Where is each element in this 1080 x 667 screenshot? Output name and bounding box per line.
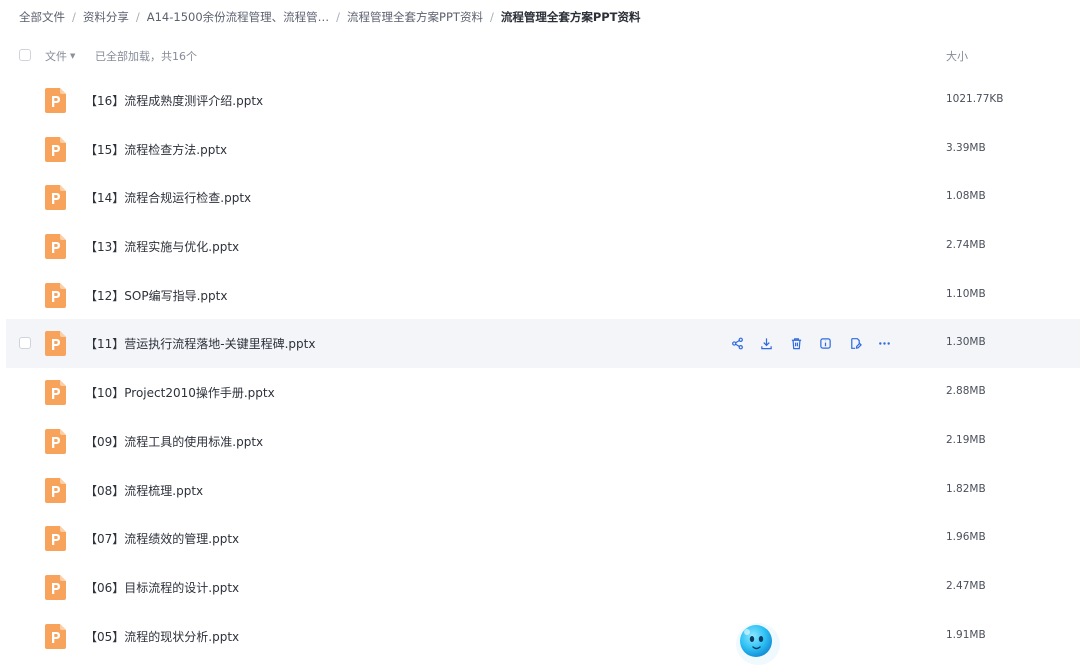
file-row[interactable]: 【08】流程梳理.pptx 1.82MB [0,466,1080,515]
breadcrumb-separator: / [489,10,494,24]
file-row[interactable]: 【07】流程绩效的管理.pptx 1.96MB [0,514,1080,563]
row-actions [728,334,905,352]
file-row[interactable]: 【13】流程实施与优化.pptx 2.74MB [0,222,1080,271]
file-column-label: 文件 [45,50,67,63]
load-status: 已全部加载，共16个 [95,50,197,63]
breadcrumb-item-parent[interactable]: 流程管理全套方案PPT资料 [347,9,483,25]
file-name[interactable]: 【16】流程成熟度测评介绍.pptx [85,92,263,109]
sort-caret-icon: ▼ [70,52,76,60]
file-name[interactable]: 【11】营运执行流程落地-关键里程碑.pptx [85,335,315,352]
more-icon[interactable] [876,334,894,352]
info-icon[interactable] [817,334,835,352]
file-row[interactable]: 【09】流程工具的使用标准.pptx 2.19MB [0,417,1080,466]
file-size: 2.19MB [946,433,986,446]
file-row[interactable]: 【12】SOP编写指导.pptx 1.10MB [0,271,1080,320]
ppt-file-icon [45,428,66,454]
file-name[interactable]: 【05】流程的现状分析.pptx [85,628,239,645]
ppt-file-icon [45,623,66,649]
breadcrumb-separator: / [72,10,76,24]
ppt-file-icon [45,477,66,503]
breadcrumb-separator: / [336,10,341,24]
file-size: 2.47MB [946,579,986,592]
file-size: 2.88MB [946,385,986,398]
file-size: 1.10MB [946,287,986,300]
file-list: 【16】流程成熟度测评介绍.pptx 1021.77KB 【15】流程检查方法.pp… [0,76,1080,660]
file-name[interactable]: 【08】流程梳理.pptx [85,482,203,499]
file-name[interactable]: 【13】流程实施与优化.pptx [85,238,239,255]
size-column-label[interactable]: 大小 [946,48,968,64]
file-row[interactable]: 【05】流程的现状分析.pptx 1.91MB [0,612,1080,661]
file-name[interactable]: 【12】SOP编写指导.pptx [85,287,227,304]
breadcrumb: 全部文件 / 资料分享 / A14-1500余份流程管理、流程管… / 流程管理… [19,8,641,26]
file-size: 1.91MB [946,628,986,641]
file-size: 1.96MB [946,531,986,544]
ppt-file-icon [45,380,66,406]
file-name[interactable]: 【09】流程工具的使用标准.pptx [85,433,263,450]
ppt-file-icon [45,282,66,308]
breadcrumb-item-shared[interactable]: 资料分享 [83,9,129,25]
share-icon[interactable] [728,334,746,352]
file-row[interactable]: 【14】流程合规运行检查.pptx 1.08MB [0,173,1080,222]
breadcrumb-current: 流程管理全套方案PPT资料 [500,10,641,24]
file-size: 2.74MB [946,239,986,252]
ppt-file-icon [45,331,66,357]
ppt-file-icon [45,526,66,552]
ppt-file-icon [45,574,66,600]
delete-icon[interactable] [787,334,805,352]
breadcrumb-item-all-files[interactable]: 全部文件 [19,9,65,25]
edit-icon[interactable] [846,334,864,352]
row-checkbox[interactable] [19,337,31,350]
file-size: 1.08MB [946,190,986,203]
ppt-file-icon [45,136,66,162]
file-size: 1.82MB [946,482,986,495]
ppt-file-icon [45,88,66,113]
file-column-sort[interactable]: 文件 ▼ [45,48,75,64]
ppt-file-icon [45,234,66,260]
file-row[interactable]: 【15】流程检查方法.pptx 3.39MB [0,125,1080,174]
file-name[interactable]: 【07】流程绩效的管理.pptx [85,530,239,547]
file-row[interactable]: 【16】流程成熟度测评介绍.pptx 1021.77KB [0,76,1080,125]
file-size: 1021.77KB [946,93,1004,105]
file-name[interactable]: 【10】Project2010操作手册.pptx [85,384,275,401]
download-icon[interactable] [758,334,776,352]
file-row[interactable]: 【11】营运执行流程落地-关键里程碑.pptx 1.30MB [6,319,1080,369]
file-size: 1.30MB [946,336,986,349]
ppt-file-icon [45,185,66,211]
assistant-mascot-icon[interactable] [733,617,783,667]
file-row[interactable]: 【10】Project2010操作手册.pptx 2.88MB [0,368,1080,417]
file-size: 3.39MB [946,141,986,154]
file-name[interactable]: 【15】流程检查方法.pptx [85,141,227,158]
list-header: 文件 ▼ 已全部加载，共16个 大小 [0,41,1080,69]
select-all-checkbox[interactable] [19,49,31,61]
breadcrumb-item-a14[interactable]: A14-1500余份流程管理、流程管… [147,9,329,25]
breadcrumb-separator: / [135,10,140,24]
file-row[interactable]: 【06】目标流程的设计.pptx 2.47MB [0,563,1080,612]
file-name[interactable]: 【14】流程合规运行检查.pptx [85,189,251,206]
file-name[interactable]: 【06】目标流程的设计.pptx [85,579,239,596]
